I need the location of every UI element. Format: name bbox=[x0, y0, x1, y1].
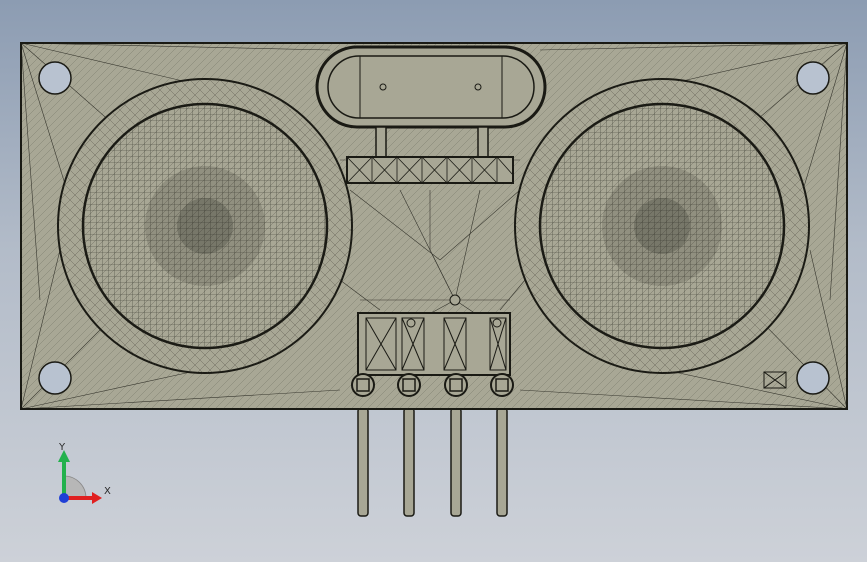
solder-pad-3 bbox=[444, 373, 468, 397]
mount-hole-top-right bbox=[796, 61, 830, 95]
graphics-viewport[interactable]: Y X bbox=[0, 0, 867, 562]
pin-3 bbox=[450, 407, 462, 517]
smd-component-row bbox=[346, 156, 514, 184]
header-pins bbox=[357, 407, 508, 517]
mount-hole-bottom-right bbox=[796, 361, 830, 395]
transducer-left bbox=[57, 78, 353, 374]
y-axis-label: Y bbox=[59, 442, 66, 453]
x-axis-arrowhead bbox=[92, 492, 102, 504]
solder-pad-1 bbox=[351, 373, 375, 397]
crystal-oscillator bbox=[315, 45, 547, 129]
solder-pad-4 bbox=[490, 373, 514, 397]
z-axis-origin bbox=[59, 493, 69, 503]
coordinate-triad: Y X bbox=[40, 438, 130, 518]
solder-pad-2 bbox=[397, 373, 421, 397]
mount-hole-bottom-left bbox=[38, 361, 72, 395]
transducer-right bbox=[514, 78, 810, 374]
pin-2 bbox=[403, 407, 415, 517]
pin-1 bbox=[357, 407, 369, 517]
pin-4 bbox=[496, 407, 508, 517]
model-wireframe-view[interactable] bbox=[0, 0, 867, 562]
mount-hole-top-left bbox=[38, 61, 72, 95]
x-axis-label: X bbox=[104, 486, 111, 497]
